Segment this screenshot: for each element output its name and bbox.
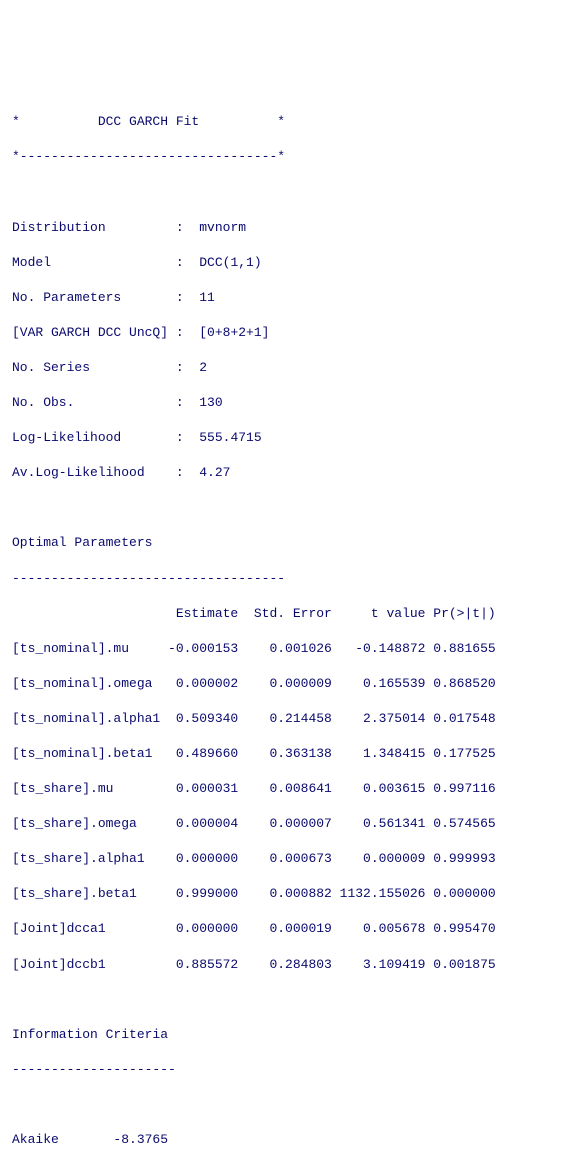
meta-distribution: Distribution : mvnorm xyxy=(12,219,561,237)
table-row: [Joint]dccb1 0.885572 0.284803 3.109419 … xyxy=(12,956,561,974)
header-rule: *---------------------------------* xyxy=(12,148,561,166)
table-row: [ts_nominal].alpha1 0.509340 0.214458 2.… xyxy=(12,710,561,728)
blank-4 xyxy=(12,1096,561,1114)
blank-2 xyxy=(12,499,561,517)
optparams-title: Optimal Parameters xyxy=(12,534,561,552)
meta-loglik: Log-Likelihood : 555.4715 xyxy=(12,429,561,447)
blank-3 xyxy=(12,991,561,1009)
ic-rule: --------------------- xyxy=(12,1061,561,1079)
meta-label: Av.Log-Likelihood xyxy=(12,465,145,480)
meta-label: Distribution xyxy=(12,220,106,235)
table-row: [ts_nominal].beta1 0.489660 0.363138 1.3… xyxy=(12,745,561,763)
meta-label: [VAR GARCH DCC UncQ] xyxy=(12,325,168,340)
table-row: [ts_nominal].omega 0.000002 0.000009 0.1… xyxy=(12,675,561,693)
meta-avloglik: Av.Log-Likelihood : 4.27 xyxy=(12,464,561,482)
meta-model: Model : DCC(1,1) xyxy=(12,254,561,272)
header-blank-top xyxy=(12,78,561,96)
meta-value: 555.4715 xyxy=(199,430,261,445)
meta-value: 11 xyxy=(199,290,215,305)
meta-no-obs: No. Obs. : 130 xyxy=(12,394,561,412)
blank-1 xyxy=(12,183,561,201)
meta-no-parameters: No. Parameters : 11 xyxy=(12,289,561,307)
ic-row: Akaike -8.3765 xyxy=(12,1131,561,1149)
optparams-header-row: Estimate Std. Error t value Pr(>|t|) xyxy=(12,605,561,623)
header-title: * DCC GARCH Fit * xyxy=(12,113,561,131)
table-row: [ts_share].beta1 0.999000 0.000882 1132.… xyxy=(12,885,561,903)
table-row: [ts_nominal].mu -0.000153 0.001026 -0.14… xyxy=(12,640,561,658)
meta-var-garch: [VAR GARCH DCC UncQ] : [0+8+2+1] xyxy=(12,324,561,342)
meta-value: 2 xyxy=(199,360,207,375)
table-row: [ts_share].alpha1 0.000000 0.000673 0.00… xyxy=(12,850,561,868)
meta-no-series: No. Series : 2 xyxy=(12,359,561,377)
meta-value: [0+8+2+1] xyxy=(199,325,269,340)
ic-row: Bayes -8.1338 xyxy=(12,1166,561,1168)
table-row: [ts_share].omega 0.000004 0.000007 0.561… xyxy=(12,815,561,833)
meta-label: No. Series xyxy=(12,360,90,375)
optparams-rule: ----------------------------------- xyxy=(12,570,561,588)
table-row: [ts_share].mu 0.000031 0.008641 0.003615… xyxy=(12,780,561,798)
meta-label: Log-Likelihood xyxy=(12,430,121,445)
meta-value: DCC(1,1) xyxy=(199,255,261,270)
meta-label: No. Obs. xyxy=(12,395,74,410)
ic-title: Information Criteria xyxy=(12,1026,561,1044)
meta-label: No. Parameters xyxy=(12,290,121,305)
meta-value: 130 xyxy=(199,395,222,410)
meta-label: Model xyxy=(12,255,51,270)
meta-value: 4.27 xyxy=(199,465,230,480)
table-row: [Joint]dcca1 0.000000 0.000019 0.005678 … xyxy=(12,920,561,938)
meta-value: mvnorm xyxy=(199,220,246,235)
